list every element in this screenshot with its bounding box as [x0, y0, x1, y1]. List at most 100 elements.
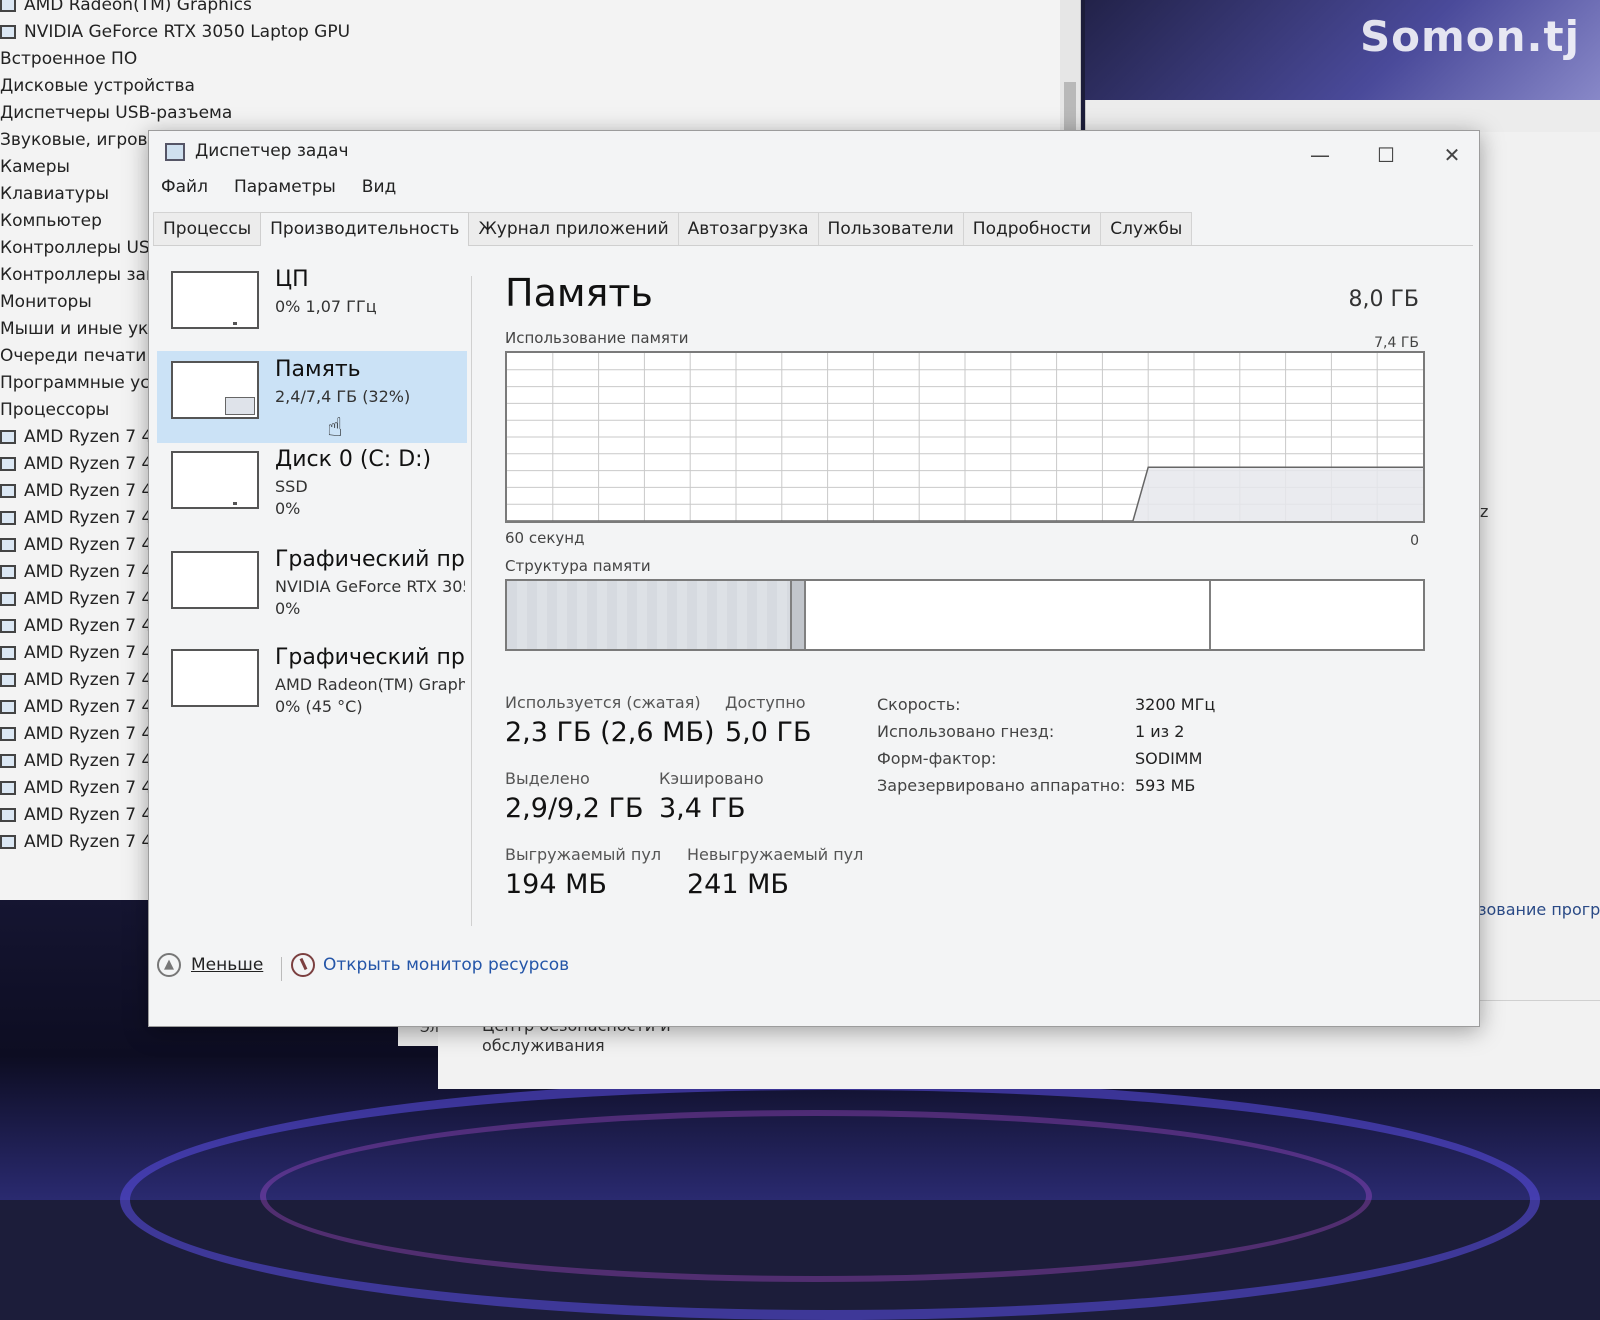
- device-tree-item[interactable]: AMD Ryzen 7 4: [0, 802, 152, 828]
- device-icon: [0, 619, 16, 633]
- tab-processes[interactable]: Процессы: [153, 212, 262, 245]
- device-tree-item[interactable]: Дисковые устройства: [0, 73, 195, 99]
- device-tree-item[interactable]: Процессоры: [0, 397, 109, 423]
- device-tree-item[interactable]: AMD Ryzen 7 4: [0, 694, 152, 720]
- device-tree-item-label: AMD Ryzen 7 4: [24, 481, 153, 501]
- device-tree-item[interactable]: NVIDIA GeForce RTX 3050 Laptop GPU: [0, 19, 350, 45]
- minimize-button[interactable]: —: [1297, 141, 1343, 169]
- device-tree-item-label: Контроллеры зап: [0, 265, 158, 285]
- device-tree-item[interactable]: Звуковые, игровы: [0, 127, 161, 153]
- device-tree-item-label: AMD Ryzen 7 4: [24, 697, 153, 717]
- sidebar-item-detail: AMD Radeon(TM) Graph: [275, 675, 465, 694]
- device-tree-item[interactable]: Программные ус: [0, 370, 150, 396]
- composition-free[interactable]: [1211, 581, 1423, 649]
- device-tree-item-label: Встроенное ПО: [0, 49, 138, 69]
- device-tree-item-label: AMD Ryzen 7 4: [24, 454, 153, 474]
- device-tree-item[interactable]: AMD Ryzen 7 4: [0, 586, 152, 612]
- device-tree-item[interactable]: AMD Ryzen 7 4: [0, 640, 152, 666]
- device-tree-item[interactable]: Клавиатуры: [0, 181, 109, 207]
- spec-reserved-value: 593 МБ: [1135, 776, 1196, 795]
- device-tree-item[interactable]: AMD Ryzen 7 4: [0, 505, 152, 531]
- task-manager-icon: [165, 143, 185, 161]
- resource-monitor-icon: [291, 953, 315, 977]
- device-tree-item[interactable]: Компьютер: [0, 208, 102, 234]
- device-tree-item[interactable]: Мыши и иные ука: [0, 316, 159, 342]
- gpu-mini-graph: [171, 649, 259, 707]
- device-tree-item-label: AMD Ryzen 7 4: [24, 832, 153, 852]
- device-tree-item-label: Мониторы: [0, 292, 92, 312]
- background-window-link[interactable]: зование прогр: [1478, 900, 1600, 919]
- device-tree-item-label: Процессоры: [0, 400, 110, 420]
- sidebar-item-cpu[interactable]: ЦП 0% 1,07 ГГц: [157, 261, 467, 353]
- background-window-text: z: [1480, 502, 1489, 521]
- device-tree-item-label: AMD Ryzen 7 4: [24, 589, 153, 609]
- device-tree-item-label: AMD Ryzen 7 4: [24, 535, 153, 555]
- device-tree-item[interactable]: AMD Ryzen 7 4: [0, 478, 152, 504]
- menu-view[interactable]: Вид: [358, 177, 400, 197]
- device-tree-item[interactable]: AMD Ryzen 7 4: [0, 667, 152, 693]
- sidebar-item-detail: NVIDIA GeForce RTX 305: [275, 577, 465, 596]
- device-tree-item-label: Клавиатуры: [0, 184, 110, 204]
- sidebar-item-gpu-nvidia[interactable]: Графический про NVIDIA GeForce RTX 305 0…: [157, 541, 467, 633]
- tab-app-history[interactable]: Журнал приложений: [468, 212, 679, 245]
- sidebar-item-gpu-amd[interactable]: Графический про AMD Radeon(TM) Graph 0% …: [157, 639, 467, 731]
- device-tree-item[interactable]: AMD Ryzen 7 4: [0, 748, 152, 774]
- sidebar-item-detail: SSD: [275, 477, 308, 496]
- stat-paged-pool-value: 194 МБ: [505, 869, 607, 900]
- device-tree-item[interactable]: AMD Radeon(TM) Graphics: [0, 0, 252, 18]
- device-tree-item[interactable]: AMD Ryzen 7 4: [0, 532, 152, 558]
- device-tree-item[interactable]: AMD Ryzen 7 4: [0, 775, 152, 801]
- device-tree-item-label: Звуковые, игровы: [0, 130, 161, 150]
- device-tree-item[interactable]: AMD Ryzen 7 4: [0, 559, 152, 585]
- composition-standby[interactable]: [806, 581, 1211, 649]
- stat-nonpaged-pool-label: Невыгружаемый пул: [687, 845, 864, 864]
- fewer-details-button[interactable]: ▲ Меньше: [157, 953, 263, 983]
- device-tree-item[interactable]: AMD Ryzen 7 4: [0, 721, 152, 747]
- device-icon: [0, 754, 16, 768]
- device-tree-item[interactable]: Встроенное ПО: [0, 46, 137, 72]
- device-tree-item[interactable]: Контроллеры USB: [0, 235, 161, 261]
- device-tree-item[interactable]: Камеры: [0, 154, 70, 180]
- title-bar[interactable]: Диспетчер задач — ☐ ✕: [149, 131, 1479, 173]
- device-tree-item-label: Контроллеры USB: [0, 238, 162, 258]
- menu-file[interactable]: Файл: [157, 177, 212, 197]
- usage-graph-label: Использование памяти: [505, 329, 689, 347]
- device-tree-item-label: AMD Ryzen 7 4: [24, 751, 153, 771]
- sidebar-item-disk[interactable]: Диск 0 (C: D:) SSD 0%: [157, 441, 467, 533]
- device-tree-item[interactable]: Мониторы: [0, 289, 92, 315]
- sidebar-item-label: Графический про: [275, 645, 465, 670]
- tab-strip: Процессы Производительность Журнал приложе…: [153, 211, 1473, 246]
- tab-startup[interactable]: Автозагрузка: [677, 212, 819, 245]
- tab-details[interactable]: Подробности: [962, 212, 1102, 245]
- security-center-label-2[interactable]: обслуживания: [482, 1036, 605, 1055]
- device-tree-item[interactable]: AMD Ryzen 7 4: [0, 451, 152, 477]
- device-tree-item-label: AMD Radeon(TM) Graphics: [24, 0, 252, 15]
- device-tree-item[interactable]: AMD Ryzen 7 4: [0, 829, 152, 855]
- device-tree-item-label: Программные ус: [0, 373, 150, 393]
- tab-users[interactable]: Пользователи: [817, 212, 964, 245]
- memory-composition-bar: [505, 579, 1425, 651]
- close-button[interactable]: ✕: [1429, 141, 1475, 169]
- spec-speed-value: 3200 МГц: [1135, 695, 1216, 714]
- window-title: Диспетчер задач: [195, 141, 349, 161]
- tab-performance[interactable]: Производительность: [260, 212, 470, 246]
- device-tree-item[interactable]: AMD Ryzen 7 4: [0, 424, 152, 450]
- device-tree-item[interactable]: AMD Ryzen 7 4: [0, 613, 152, 639]
- menu-options[interactable]: Параметры: [230, 177, 340, 197]
- device-icon: [0, 781, 16, 795]
- sidebar-item-label: Память: [275, 357, 361, 382]
- composition-in-use[interactable]: [507, 581, 792, 649]
- composition-modified[interactable]: [792, 581, 806, 649]
- device-tree-item[interactable]: Диспетчеры USB-разъема: [0, 100, 232, 126]
- sidebar-item-memory[interactable]: Память 2,4/7,4 ГБ (32%): [157, 351, 467, 443]
- device-tree-item-label: NVIDIA GeForce RTX 3050 Laptop GPU: [24, 22, 351, 42]
- scrollbar-thumb[interactable]: [1064, 82, 1076, 134]
- memory-panel: Память 8,0 ГБ Использование памяти 7,4 Г…: [499, 261, 1459, 941]
- maximize-button[interactable]: ☐: [1363, 141, 1409, 169]
- device-tree-item[interactable]: Очереди печати: [0, 343, 146, 369]
- background-window-toolbar: [1086, 100, 1600, 132]
- open-resource-monitor-link[interactable]: Открыть монитор ресурсов: [291, 953, 569, 977]
- tab-services[interactable]: Службы: [1100, 212, 1193, 245]
- sidebar-divider[interactable]: [471, 276, 472, 926]
- device-tree-item[interactable]: Контроллеры зап: [0, 262, 157, 288]
